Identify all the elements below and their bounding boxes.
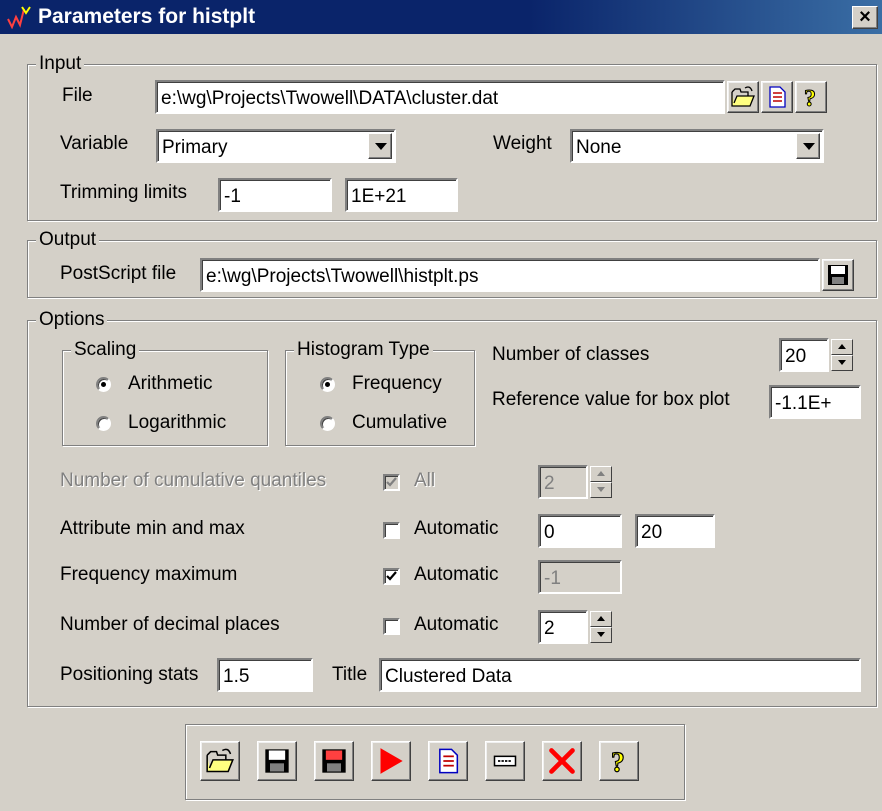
file-field[interactable]: e:\wg\Projects\Twowell\DATA\cluster.dat [155, 80, 725, 114]
spin-down-icon[interactable] [831, 355, 853, 371]
cumulative-radio[interactable] [320, 416, 335, 431]
spin-down-icon[interactable] [590, 627, 612, 643]
checkmark-icon [386, 571, 397, 581]
weight-value: None [576, 137, 622, 158]
file-label: File [62, 85, 93, 106]
help-button[interactable]: ? [599, 741, 639, 781]
decimals-auto-checkbox[interactable] [383, 618, 400, 635]
close-button[interactable]: × [852, 6, 878, 29]
frequency-radio[interactable] [320, 377, 335, 392]
view-file-icon [439, 748, 459, 774]
freq-auto-checkbox[interactable] [383, 568, 400, 585]
trimming-label: Trimming limits [60, 182, 188, 203]
open-parameters-button[interactable] [200, 741, 240, 781]
run-button[interactable] [371, 741, 411, 781]
run-icon [380, 748, 403, 774]
ref-value-field[interactable]: -1.1E+ [769, 385, 861, 419]
chevron-down-icon[interactable] [368, 133, 392, 159]
svg-text:?: ? [804, 86, 816, 109]
postscript-label: PostScript file [60, 263, 177, 284]
decimals-spinner[interactable] [590, 611, 612, 643]
variable-label: Variable [60, 133, 129, 154]
chevron-down-icon[interactable] [796, 133, 820, 159]
decimals-auto-label: Automatic [414, 614, 499, 635]
weight-select[interactable]: None [570, 129, 824, 163]
attr-auto-checkbox[interactable] [383, 522, 400, 539]
num-classes-field[interactable]: 20 [779, 338, 829, 372]
arithmetic-radio[interactable] [96, 377, 111, 392]
title-field[interactable]: Clustered Data [379, 658, 861, 692]
input-group-label: Input [36, 53, 85, 75]
postscript-field[interactable]: e:\wg\Projects\Twowell\histplt.ps [200, 258, 820, 292]
spin-up-icon[interactable] [590, 611, 612, 627]
spin-up-icon [590, 466, 612, 482]
freq-max-field: -1 [538, 560, 622, 594]
output-group-label: Output [36, 229, 100, 251]
cum-quantiles-label: Number of cumulative quantiles [60, 470, 327, 491]
freq-max-label: Frequency maximum [60, 564, 238, 585]
attr-auto-label: Automatic [414, 518, 499, 539]
num-classes-label: Number of classes [492, 344, 650, 365]
trim-max-field[interactable]: 1E+21 [345, 178, 458, 212]
logarithmic-radio[interactable] [96, 416, 111, 431]
cumulative-label: Cumulative [352, 412, 448, 433]
checkmark-icon [386, 477, 397, 487]
attr-max-field[interactable]: 20 [635, 514, 715, 548]
view-file-icon [769, 86, 786, 108]
weight-label: Weight [493, 133, 552, 154]
variable-value: Primary [162, 137, 228, 158]
title-label: Title [332, 664, 368, 685]
histogram-type-group-label: Histogram Type [294, 339, 433, 361]
decimals-field[interactable]: 2 [538, 610, 588, 644]
save-parameters-button[interactable] [257, 741, 297, 781]
decimals-label: Number of decimal places [60, 614, 280, 635]
trim-min-field[interactable]: -1 [218, 178, 332, 212]
logarithmic-label: Logarithmic [128, 412, 227, 433]
save-icon [265, 749, 289, 773]
attr-min-field[interactable]: 0 [538, 514, 622, 548]
positioning-label: Positioning stats [60, 664, 199, 685]
cancel-icon [549, 748, 575, 774]
cum-quantiles-field: 2 [538, 465, 588, 499]
attr-minmax-label: Attribute min and max [60, 518, 245, 539]
freq-auto-label: Automatic [414, 564, 499, 585]
ref-value-label: Reference value for box plot [492, 389, 730, 410]
close-icon: × [859, 6, 871, 28]
positioning-field[interactable]: 1.5 [217, 658, 313, 692]
parameters-icon [493, 755, 517, 767]
save-as-icon [322, 749, 346, 773]
help-icon: ? [610, 747, 625, 776]
svg-text:?: ? [611, 748, 625, 776]
spin-down-icon [590, 482, 612, 498]
view-output-button[interactable] [428, 741, 468, 781]
frequency-label: Frequency [352, 373, 442, 394]
variable-select[interactable]: Primary [156, 129, 396, 163]
open-file-button[interactable] [727, 81, 759, 113]
cum-quantiles-spinner [590, 466, 612, 498]
options-group-label: Options [36, 309, 108, 331]
cancel-button[interactable] [542, 741, 582, 781]
save-icon [828, 265, 848, 285]
open-folder-icon [731, 86, 755, 107]
cum-quantiles-all-checkbox [383, 474, 400, 491]
parameters-button[interactable] [485, 741, 525, 781]
num-classes-spinner[interactable] [831, 339, 853, 371]
help-file-button[interactable]: ? [795, 81, 827, 113]
title-bar: Parameters for histplt × [0, 0, 882, 34]
save-as-button[interactable] [314, 741, 354, 781]
spin-up-icon[interactable] [831, 339, 853, 355]
arithmetic-label: Arithmetic [128, 373, 213, 394]
window-title: Parameters for histplt [38, 5, 256, 28]
cum-quantiles-all-label: All [414, 470, 436, 491]
scaling-group-label: Scaling [71, 339, 140, 361]
help-icon: ? [804, 86, 817, 110]
save-output-button[interactable] [822, 259, 854, 291]
view-file-button[interactable] [761, 81, 793, 113]
app-icon [7, 6, 31, 29]
open-folder-icon [206, 748, 234, 773]
